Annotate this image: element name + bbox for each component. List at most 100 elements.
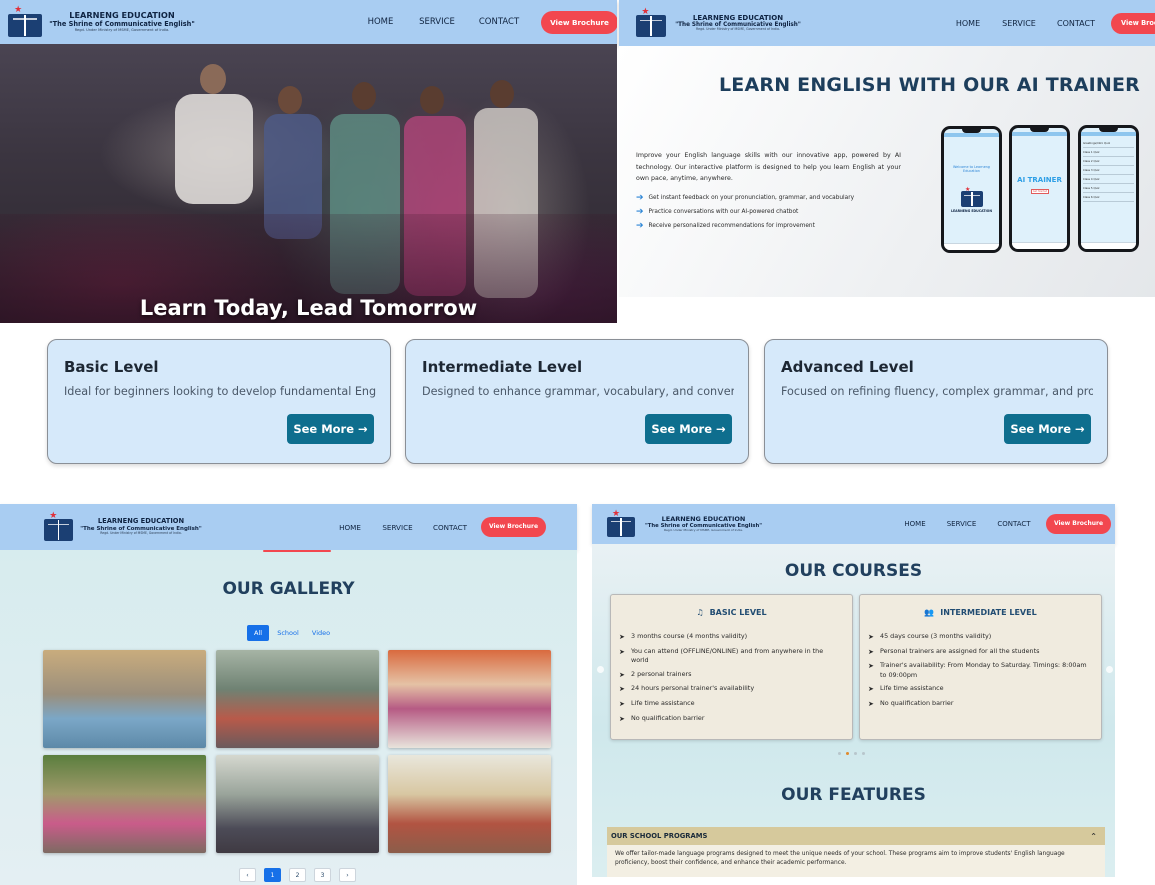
app-phone-welcome: Welcome to Learneng Education ★ LEARNENG… [941,126,1002,253]
nav-service[interactable]: SERVICE [408,17,466,27]
nav-home[interactable]: HOME [945,19,991,28]
carousel-dot-active[interactable] [846,752,849,755]
nav-contact[interactable]: CONTACT [466,17,532,27]
brand-reg: Regd. Under Ministry of MSME, Government… [664,528,743,533]
list-item: ➤ You can attend (OFFLINE/ONLINE) and fro… [619,647,842,666]
app-phone-quiz-list: Greetings/Intro Quiz Class 1 Quiz Class … [1078,125,1139,252]
view-brochure-button[interactable]: View Brochu [1111,12,1155,34]
brand-logo-icon[interactable]: ★ [636,8,666,37]
brand-block[interactable]: LEARNENG EDUCATION "The Shrine of Commun… [79,518,203,536]
main-nav: HOME SERVICE CONTACT [897,520,1038,528]
brand-block[interactable]: LEARNENG EDUCATION "The Shrine of Commun… [674,14,802,32]
nav-service[interactable]: SERVICE [991,19,1047,28]
main-nav: HOME SERVICE CONTACT [329,523,476,532]
carousel-next-dot[interactable] [1106,666,1113,673]
brand-logo-icon: ★ [961,186,983,207]
courses-title: OUR COURSES [784,561,923,581]
list-item: ➤ 2 personal trainers [619,670,842,680]
course-feature-list: ➤ 45 days course (3 months validity) ➤ Per… [868,632,1091,714]
nav-service[interactable]: SERVICE [933,520,990,528]
list-item: ➤ 45 days course (3 months validity) [868,632,1091,642]
list-item: ➤ Life time assistance [868,684,1091,694]
nav-home[interactable]: HOME [897,520,933,528]
page-2[interactable]: 2 [289,868,306,882]
filter-all[interactable]: All [247,625,269,641]
brand-logo-icon[interactable]: ★ [8,6,42,37]
hero-photo-shape [420,86,444,114]
page-3[interactable]: 3 [314,868,331,882]
view-brochure-button[interactable]: View Brochure [541,10,617,34]
ai-trainer-description: Improve your English language skills wit… [636,152,901,183]
carousel-prev-dot[interactable] [597,666,604,673]
phone-ai-label: AI TRAINER [1017,176,1062,184]
school-programs-accordion: OUR SCHOOL PROGRAMS ⌃ We offer tailor-ma… [607,827,1105,877]
user-group-icon: 👥 [924,608,935,617]
main-nav: HOME SERVICE CONTACT [353,17,532,27]
gallery-image[interactable] [388,755,551,853]
hero-photo-shape [200,64,226,94]
page-next[interactable]: › [339,868,356,882]
brand-logo-icon[interactable]: ★ [607,510,635,537]
phone-quiz-list: Greetings/Intro Quiz Class 1 Quiz Class … [1083,139,1134,202]
accordion-header[interactable]: OUR SCHOOL PROGRAMS ⌃ [607,827,1105,845]
item-text: 45 days course (3 months validity) [880,632,992,640]
see-more-button[interactable]: See More → [645,414,732,444]
list-item: ➔ Practice conversations with our AI-powe… [636,205,854,219]
carousel-dot[interactable] [838,752,841,755]
item-text: Life time assistance [880,684,944,693]
see-more-button[interactable]: See More → [287,414,374,444]
nav-home[interactable]: HOME [353,17,408,27]
list-item: ➤ Personal trainers are assigned for all … [868,647,1091,657]
feature-text: Practice conversations with our AI-power… [648,209,799,215]
arrow-icon: ➤ [868,633,874,641]
courses-section: OUR COURSES ♫ BASIC LEVEL ➤ 3 months cours… [592,544,1115,877]
level-title: Advanced Level [781,358,914,376]
item-text: No qualification barrier [631,713,705,722]
hero-banner: Learn Today, Lead Tomorrow [0,44,617,323]
arrow-icon: ➤ [619,699,625,708]
accordion-text: We offer tailor-made language programs d… [615,851,1065,867]
gallery-image[interactable] [388,650,551,748]
nav-home[interactable]: HOME [329,523,371,532]
filter-school[interactable]: School [273,625,303,641]
course-title: INTERMEDIATE LEVEL [940,608,1037,617]
arrow-icon: ➤ [619,633,625,641]
page-prev[interactable]: ‹ [239,868,256,882]
gallery-image[interactable] [216,755,379,853]
nav-contact[interactable]: CONTACT [1047,19,1105,28]
arrow-right-icon: ➔ [636,220,644,231]
gallery-image[interactable] [43,755,206,853]
list-item: ➤ No qualification barrier [619,714,842,724]
gallery-image[interactable] [216,650,379,748]
filter-video[interactable]: Video [307,625,335,641]
gallery-image[interactable] [43,650,206,748]
brand-logo-icon[interactable]: ★ [44,512,73,541]
hero-photo-shape [490,80,514,108]
page-1[interactable]: 1 [264,868,281,882]
brand-block[interactable]: LEARNENG EDUCATION "The Shrine of Commun… [48,11,196,33]
carousel-dot[interactable] [854,752,857,755]
list-item: Class 6 Quiz [1083,193,1134,202]
hero-tagline: Learn Today, Lead Tomorrow [139,296,478,320]
brand-block[interactable]: LEARNENG EDUCATION "The Shrine of Commun… [642,514,765,533]
level-title: Intermediate Level [422,358,583,376]
nav-contact[interactable]: CONTACT [990,520,1038,528]
features-title: OUR FEATURES [781,785,926,805]
level-card-advanced: Advanced Level Focused on refining fluen… [764,339,1108,464]
brand-title: LEARNENG EDUCATION [661,514,746,523]
list-item: ➔ Get instant feedback on your pronunciat… [636,191,854,205]
nav-contact[interactable]: CONTACT [424,523,476,532]
item-text: 24 hours personal trainer's availability [631,684,755,693]
list-item: ➤ Trainer's availability: From Monday to … [868,661,1091,680]
item-text: 2 personal trainers [631,669,692,678]
view-brochure-button[interactable]: View Brochure [1046,514,1111,534]
carousel-dot[interactable] [862,752,865,755]
item-text: Life time assistance [631,698,695,707]
music-note-icon: ♫ [696,608,704,617]
view-brochure-button[interactable]: View Brochure [481,517,546,537]
see-more-button[interactable]: See More → [1004,414,1091,444]
main-nav: HOME SERVICE CONTACT [945,19,1105,28]
ai-feature-list: ➔ Get instant feedback on your pronunciat… [636,191,854,233]
hero-photo-shape [352,82,376,110]
nav-service[interactable]: SERVICE [371,523,424,532]
